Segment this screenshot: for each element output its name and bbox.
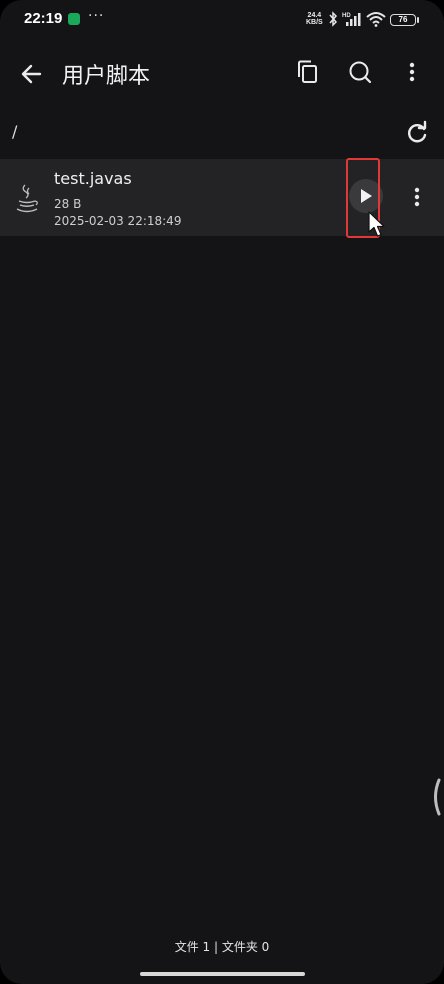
svg-text:HD: HD — [342, 13, 351, 19]
refresh-icon[interactable] — [404, 120, 430, 146]
network-speed-unit: KB/S — [306, 19, 323, 26]
copy-icon[interactable] — [294, 58, 322, 86]
file-more-options-icon[interactable] — [408, 185, 426, 209]
mouse-cursor-icon — [368, 211, 385, 237]
path-row: / — [0, 116, 444, 150]
file-modified-date: 2025-02-03 22:18:49 — [54, 214, 182, 228]
cellular-signal-icon: HD — [342, 13, 361, 26]
network-speed-value: 24.4 — [307, 12, 322, 19]
back-arrow-icon[interactable] — [18, 60, 46, 88]
battery-icon: 76 — [390, 14, 416, 26]
battery-tip — [417, 17, 419, 23]
current-path: / — [12, 122, 18, 141]
file-size: 28 B — [54, 197, 82, 211]
bluetooth-icon — [329, 11, 338, 27]
edge-gesture-handle[interactable] — [430, 778, 442, 816]
java-file-icon — [16, 184, 38, 213]
gesture-navigation-bar[interactable] — [140, 972, 305, 976]
wifi-icon — [366, 12, 386, 27]
notification-app-icon — [68, 13, 80, 25]
status-time: 22:19 — [24, 10, 63, 27]
battery-level: 76 — [398, 15, 408, 24]
file-list-item[interactable]: test.javas 28 B 2025-02-03 22:18:49 — [0, 158, 444, 238]
file-count-summary: 文件 1 | 文件夹 0 — [174, 940, 270, 954]
more-vertical-icon[interactable] — [398, 58, 426, 86]
app-bar: 用户脚本 — [0, 44, 444, 100]
more-notifications-icon: ··· — [88, 8, 105, 24]
search-icon[interactable] — [346, 58, 374, 86]
network-speed: 24.4 KB/S — [306, 12, 323, 26]
status-bar: 22:19 ··· 24.4 KB/S HD 76 — [0, 0, 444, 40]
page-title: 用户脚本 — [62, 64, 151, 89]
file-name: test.javas — [54, 169, 132, 188]
screen: 22:19 ··· 24.4 KB/S HD 76 用户脚本 / test.ja… — [0, 0, 444, 984]
